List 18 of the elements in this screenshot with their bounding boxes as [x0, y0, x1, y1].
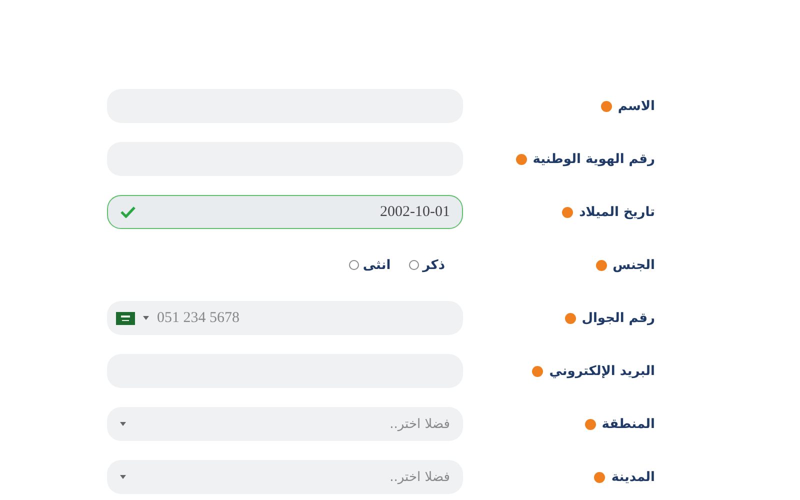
field-label: المدينة [611, 470, 655, 484]
field-label: المنطقة [602, 416, 655, 432]
field-label: الاسم [618, 98, 655, 114]
radio-button[interactable] [408, 260, 419, 270]
checkmark-icon [120, 206, 136, 218]
field-label: البريد الإلكتروني [549, 364, 655, 378]
caret-icon [120, 422, 126, 426]
field-label: تاريخ الميلاد [579, 204, 655, 220]
field-label: رقم الهوية الوطنية [532, 152, 655, 166]
radio-option[interactable]: انثى [348, 258, 391, 272]
radio-button[interactable] [348, 260, 359, 270]
date-field[interactable]: 2002-10-01 [107, 195, 463, 229]
caret-icon[interactable] [143, 316, 149, 320]
flag-icon[interactable] [116, 312, 135, 324]
caret-icon [120, 475, 126, 479]
field-label: رقم الجوال [582, 310, 655, 326]
radio-option[interactable]: ذكر [408, 258, 445, 272]
field-label: الجنس [612, 258, 655, 272]
